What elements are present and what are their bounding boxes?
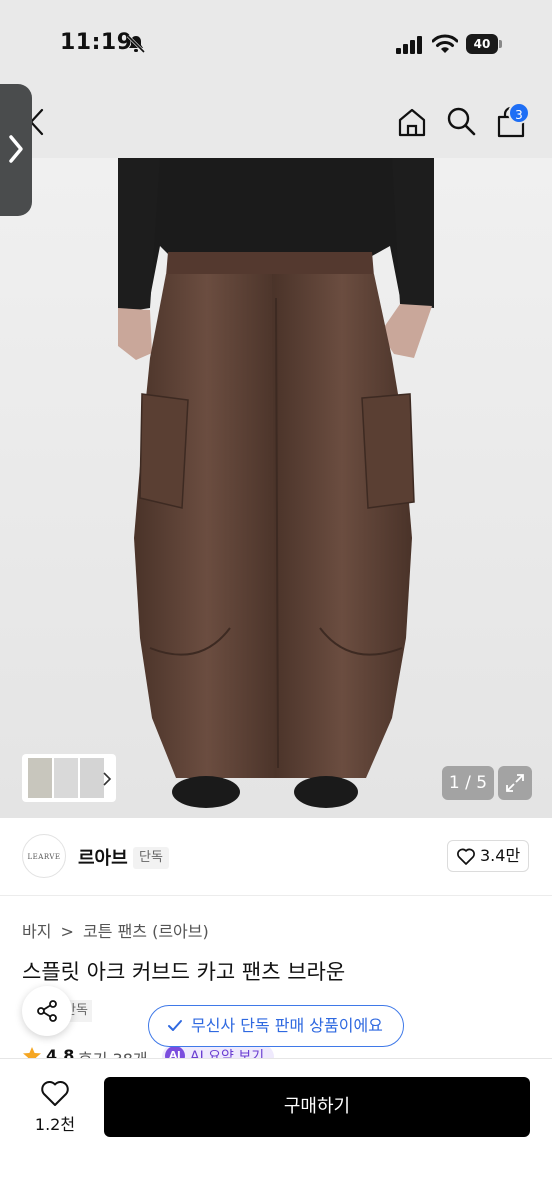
buy-button[interactable]: 구매하기: [104, 1077, 530, 1137]
thumbnail-3[interactable]: [80, 758, 104, 798]
heart-icon[interactable]: [40, 1079, 70, 1107]
product-title: 스플릿 아크 커브드 카고 팬츠 브라운: [22, 960, 346, 984]
brand-logo[interactable]: LEARVE: [22, 834, 66, 878]
search-icon[interactable]: [446, 106, 476, 136]
signal-icon: [396, 36, 422, 54]
battery-level: 40: [466, 34, 498, 54]
breadcrumb-separator: >: [60, 922, 74, 941]
breadcrumb: 바지 > 코튼 팬츠 (르아브): [22, 918, 209, 942]
status-bar: 11:19 40: [0, 0, 552, 90]
cart-count-badge: 3: [508, 102, 530, 124]
wish-count: 1.2천: [34, 1115, 76, 1134]
share-button[interactable]: [22, 986, 72, 1036]
wifi-icon: [432, 34, 458, 53]
brand-name[interactable]: 르아브: [78, 844, 128, 870]
thumbnail-strip[interactable]: [22, 754, 116, 802]
chevron-right-icon[interactable]: [102, 772, 112, 786]
image-counter: 1 / 5: [442, 766, 494, 800]
battery-indicator: 40: [466, 34, 502, 54]
exclusive-banner-text: 무신사 단독 판매 상품이에요: [191, 1016, 383, 1035]
brand-like-count: 3.4만: [480, 846, 521, 865]
thumbnail-1[interactable]: [28, 758, 52, 798]
product-image[interactable]: [0, 158, 552, 818]
brand-row[interactable]: LEARVE 르아브 단독 3.4만: [0, 818, 552, 896]
share-icon: [37, 1000, 57, 1022]
home-icon[interactable]: [396, 106, 428, 138]
heart-icon: [457, 848, 475, 865]
check-icon: [168, 1020, 182, 1031]
thumbnail-2[interactable]: [54, 758, 78, 798]
breadcrumb-subcategory[interactable]: 코튼 팬츠 (르아브): [83, 922, 209, 941]
bottom-action-bar: 1.2천 구매하기: [0, 1058, 552, 1200]
top-nav: [0, 90, 552, 158]
expand-icon: [506, 774, 524, 792]
status-time: 11:19: [60, 30, 133, 55]
battery-tip: [499, 40, 502, 48]
exclusive-sale-banner[interactable]: 무신사 단독 판매 상품이에요: [148, 1005, 404, 1047]
brand-like-button[interactable]: 3.4만: [447, 840, 529, 872]
chevron-right-icon: [9, 135, 23, 163]
expand-image-button[interactable]: [498, 766, 532, 800]
breadcrumb-category[interactable]: 바지: [22, 922, 51, 941]
brand-exclusive-tag: 단독: [133, 847, 169, 869]
bell-muted-icon: [126, 34, 146, 54]
side-panel-handle[interactable]: [0, 84, 32, 216]
product-photo: [0, 158, 552, 818]
